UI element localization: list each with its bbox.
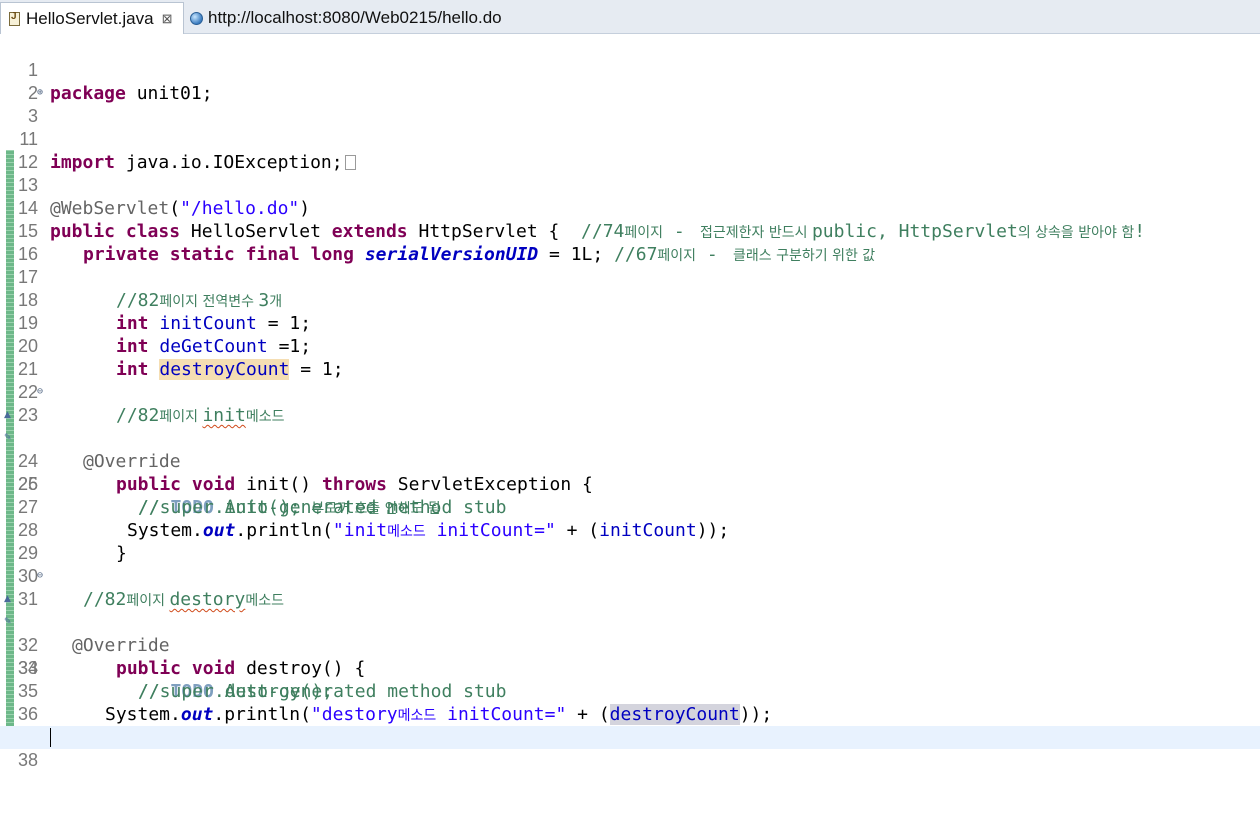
line-number: 38 (17, 750, 38, 770)
code-line[interactable]: 2 (0, 59, 1260, 103)
code-line[interactable]: 23 ⊖ @Override (0, 381, 1260, 473)
code-line[interactable]: 15 private static final long serialVersi… (0, 197, 1260, 265)
code-line[interactable]: 14 public class HelloServlet extends Htt… (0, 174, 1260, 242)
code-line[interactable]: 11 (0, 105, 1260, 149)
code-line[interactable]: 3 ⊕ import java.io.IOException; (0, 82, 1260, 173)
expand-fold-icon[interactable]: ⊕ (37, 88, 43, 98)
code-line[interactable]: 31 ⊖ @Override (0, 565, 1260, 657)
text-cursor (50, 728, 51, 747)
code-line[interactable]: 28 } (0, 496, 1260, 564)
code-line[interactable]: 26 //super.init(); 부모꺼 호출 안해도 됨 (0, 450, 1260, 518)
java-code-editor[interactable]: 1 package unit01; 2 3 ⊕ import java.io.I… (0, 35, 1260, 770)
code-line[interactable]: 20 int destroyCount = 1; (0, 312, 1260, 380)
code-line[interactable]: ▲ 24 public void init() throws ServletEx… (0, 404, 1260, 496)
code-line[interactable]: 36 } (0, 680, 1260, 748)
code-line[interactable]: ▲ 32 public void destroy() { (0, 588, 1260, 680)
override-marker-icon[interactable]: ▲ (4, 595, 13, 604)
code-line[interactable]: 18 int initCount = 1; (0, 266, 1260, 334)
task-marker-icon[interactable]: ✎ (4, 618, 13, 627)
code-line[interactable]: 12 (0, 128, 1260, 172)
collapse-fold-icon[interactable]: ⊖ (37, 571, 43, 581)
code-line[interactable]: 22 //82페이지 init메소드 (0, 358, 1260, 426)
collapse-fold-icon[interactable]: ⊖ (37, 387, 43, 397)
current-code-line[interactable]: 38 (0, 726, 1260, 770)
task-marker-icon[interactable]: ✎ (4, 434, 13, 443)
editor-tab-bar: HelloServlet.java ⊠ http://localhost:808… (0, 0, 1260, 34)
code-line[interactable]: 17 //82페이지 전역변수 3개 (0, 243, 1260, 311)
code-line[interactable]: 1 package unit01; (0, 36, 1260, 104)
code-line[interactable]: 34 //super.destroy(); (0, 634, 1260, 702)
globe-icon (190, 11, 203, 25)
java-file-icon (9, 11, 20, 26)
override-marker-icon[interactable]: ▲ (4, 411, 13, 420)
tab-hello-servlet-java[interactable]: HelloServlet.java ⊠ (0, 2, 184, 34)
code-line[interactable]: 16 (0, 220, 1260, 264)
code-line[interactable]: 37 (0, 703, 1260, 747)
tab-browser-hello-do[interactable]: http://localhost:8080/Web0215/hello.do (188, 2, 548, 34)
code-line[interactable]: 19 int deGetCount =1; (0, 289, 1260, 357)
code-line[interactable]: 21 (0, 335, 1260, 379)
code-line[interactable]: 30 //82페이지 destory메소드 (0, 542, 1260, 610)
code-line[interactable]: ✎ 25 // TODO Auto-generated method stub (0, 427, 1260, 519)
code-line[interactable]: 35 System.out.println("destory메소드 initCo… (0, 657, 1260, 725)
code-line[interactable]: 29 (0, 519, 1260, 563)
close-icon[interactable]: ⊠ (162, 11, 173, 27)
tab-label: http://localhost:8080/Web0215/hello.do (208, 8, 502, 27)
tab-label: HelloServlet.java (26, 8, 154, 28)
code-line[interactable]: ✎ 33 // TODO Auto-generated method stub (0, 611, 1260, 703)
code-line[interactable]: 27 System.out.println("init메소드 initCount… (0, 473, 1260, 541)
code-line[interactable]: 13 @WebServlet("/hello.do") (0, 151, 1260, 219)
